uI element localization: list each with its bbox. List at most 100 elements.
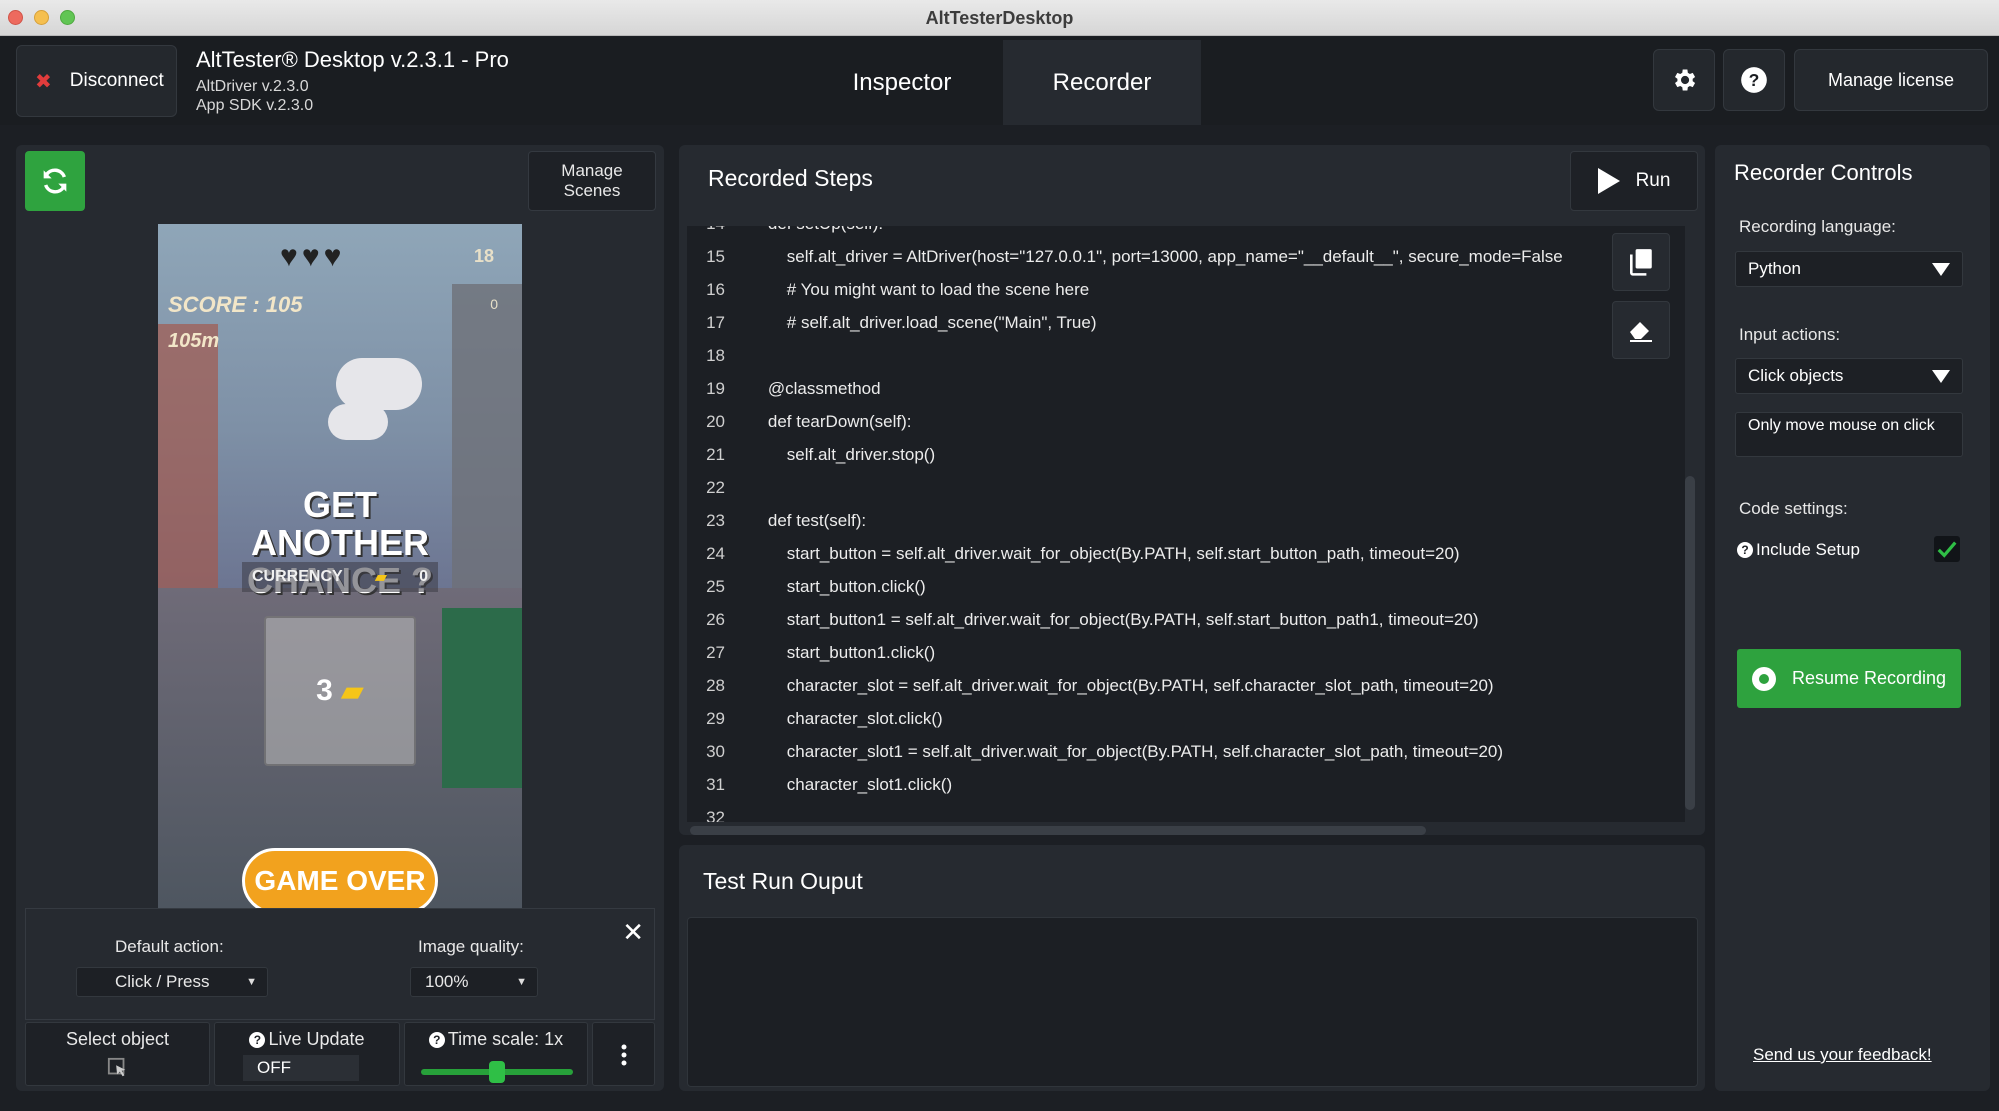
live-update-toggle[interactable]: OFF (243, 1055, 359, 1081)
clear-code-button[interactable] (1612, 301, 1670, 359)
code-line: 17 # self.alt_driver.load_scene("Main", … (687, 306, 1647, 339)
time-scale-title: ? Time scale: 1x (405, 1029, 587, 1050)
line-number: 25 (706, 577, 725, 596)
only-move-mouse-option[interactable]: Only move mouse on click (1735, 412, 1963, 457)
question-icon[interactable]: ? (1737, 542, 1753, 558)
live-update-control[interactable]: ? Live Update OFF (214, 1022, 400, 1086)
include-setup-row: ? Include Setup (1737, 540, 1860, 560)
line-number: 20 (706, 412, 725, 431)
help-button[interactable]: ? (1723, 49, 1785, 111)
code-line: 21 self.alt_driver.stop() (687, 438, 1647, 471)
game-score: SCORE : 105 (168, 292, 303, 317)
image-quality-dropdown[interactable]: 100% ▼ (410, 967, 538, 997)
line-number: 22 (706, 478, 725, 497)
game-cloud (336, 358, 422, 410)
test-output-title: Test Run Ouput (703, 868, 863, 894)
manage-license-button[interactable]: Manage license (1794, 49, 1988, 111)
line-number: 32 (706, 808, 725, 822)
code-line: 15 self.alt_driver = AltDriver(host="127… (687, 240, 1647, 273)
code-line: 22 (687, 471, 1647, 504)
time-scale-label: Time scale: 1x (447, 1029, 564, 1049)
more-options-button[interactable] (592, 1022, 655, 1086)
code-line: 30 character_slot1 = self.alt_driver.wai… (687, 735, 1647, 768)
line-number: 16 (706, 280, 725, 299)
app-sdk-version: App SDK v.2.3.0 (196, 97, 314, 114)
game-screenshot[interactable]: ♥♥♥ 18 SCORE : 105 0 105m GET ANOTHER CH… (158, 224, 522, 908)
code-text: @classmethod (749, 379, 881, 398)
settings-button[interactable] (1653, 49, 1715, 111)
eraser-icon (1630, 322, 1652, 342)
manage-scenes-button[interactable]: Manage Scenes (528, 151, 656, 211)
code-line: 19 @classmethod (687, 372, 1647, 405)
refresh-button[interactable] (25, 151, 85, 211)
game-currency-value: 0 (419, 568, 428, 585)
select-object-button[interactable]: Select object (25, 1022, 210, 1086)
code-text: self.alt_driver.stop() (749, 445, 936, 464)
code-vertical-scrollbar[interactable] (1685, 476, 1695, 810)
input-actions-dropdown[interactable]: Click objects (1735, 358, 1963, 394)
code-line: 28 character_slot = self.alt_driver.wait… (687, 669, 1647, 702)
code-horizontal-scrollbar[interactable] (690, 826, 1426, 835)
default-action-dropdown[interactable]: Click / Press ▼ (76, 967, 268, 997)
app-title: AltTester® Desktop v.2.3.1 - Pro (196, 47, 509, 72)
disconnect-button[interactable]: ✖ Disconnect (16, 45, 177, 117)
live-update-label: Live Update (268, 1029, 365, 1049)
line-number: 27 (706, 643, 725, 662)
close-icon[interactable]: ✕ (622, 917, 644, 948)
live-update-title: ? Live Update (215, 1029, 399, 1050)
view-settings-panel: ✕ Default action: Click / Press ▼ Image … (25, 908, 655, 1020)
line-number: 23 (706, 511, 725, 530)
game-reward-card: 3 ▰ (264, 616, 416, 766)
play-icon (1597, 168, 1620, 194)
line-number: 29 (706, 709, 725, 728)
caret-down-icon (1932, 262, 1950, 276)
code-text: # self.alt_driver.load_scene("Main", Tru… (749, 313, 1097, 332)
copy-code-button[interactable] (1612, 233, 1670, 291)
question-icon[interactable]: ? (249, 1032, 266, 1048)
code-editor[interactable]: 14 def setUp(self):15 self.alt_driver = … (687, 226, 1685, 822)
game-dumpster (442, 608, 522, 788)
caret-down-icon (1932, 369, 1950, 383)
recording-language-value: Python (1748, 259, 1801, 278)
code-line: 14 def setUp(self): (687, 226, 1647, 240)
cursor-select-icon (107, 1057, 126, 1077)
image-quality-value: 100% (425, 972, 469, 991)
code-line: 32 (687, 801, 1647, 822)
copy-icon (1630, 249, 1652, 276)
feedback-link[interactable]: Send us your feedback! (1753, 1045, 1932, 1065)
code-line: 24 start_button = self.alt_driver.wait_f… (687, 537, 1647, 570)
question-icon[interactable]: ? (428, 1032, 445, 1048)
test-output-area[interactable] (687, 917, 1698, 1087)
tab-recorder[interactable]: Recorder (1003, 40, 1201, 125)
svg-text:?: ? (1749, 70, 1760, 90)
recording-language-label: Recording language: (1739, 217, 1896, 236)
window-title: AltTesterDesktop (925, 8, 1074, 28)
input-actions-value: Click objects (1748, 366, 1844, 385)
line-number: 24 (706, 544, 725, 563)
disconnect-x-icon: ✖ (35, 70, 52, 93)
refresh-icon (43, 168, 67, 194)
code-text: def tearDown(self): (749, 412, 912, 431)
code-text: def setUp(self): (749, 226, 883, 233)
game-distance: 105m (168, 330, 220, 352)
resume-recording-label: Resume Recording (1791, 668, 1947, 688)
code-text: self.alt_driver = AltDriver(host="127.0.… (749, 247, 1563, 266)
game-currency-label: CURRENCY (252, 568, 343, 585)
include-setup-checkbox[interactable] (1934, 536, 1960, 562)
manage-scenes-label: Manage Scenes (561, 161, 623, 200)
resume-recording-button[interactable]: Resume Recording (1737, 649, 1961, 708)
code-text: def test(self): (749, 511, 867, 530)
window-titlebar: AltTesterDesktop (0, 0, 1999, 36)
time-scale-slider-thumb[interactable] (489, 1061, 505, 1083)
run-button[interactable]: Run (1570, 151, 1698, 211)
line-number: 15 (706, 247, 725, 266)
code-line: 23 def test(self): (687, 504, 1647, 537)
tab-inspector[interactable]: Inspector (803, 40, 1001, 125)
line-number: 21 (706, 445, 725, 464)
code-line: 18 (687, 339, 1647, 372)
code-line: 29 character_slot.click() (687, 702, 1647, 735)
altdriver-version: AltDriver v.2.3.0 (196, 78, 309, 95)
vertical-dots-icon (621, 1044, 627, 1066)
recording-language-dropdown[interactable]: Python (1735, 251, 1963, 287)
checkmark-icon (1937, 541, 1957, 558)
